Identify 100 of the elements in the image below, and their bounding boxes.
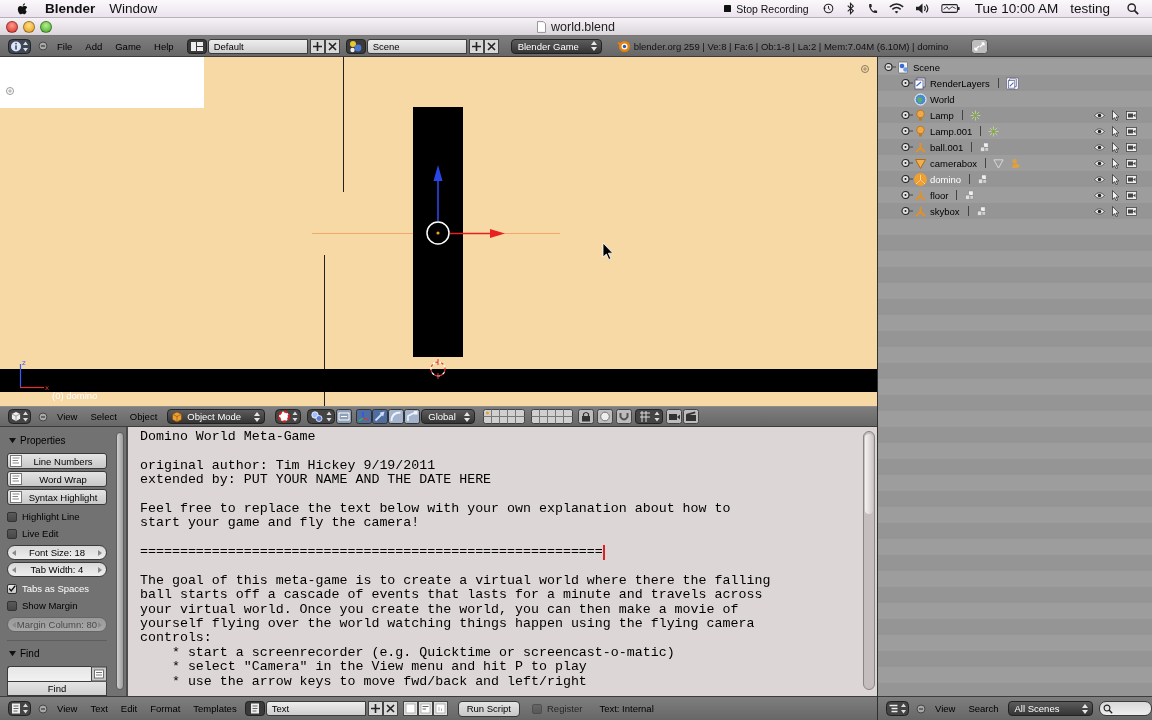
outliner-item[interactable]: ball.001 [930, 141, 964, 153]
close-icon[interactable] [382, 701, 398, 716]
checkbox[interactable] [7, 511, 17, 522]
outliner-item[interactable]: skybox [930, 205, 960, 217]
grid-icon[interactable] [635, 409, 664, 424]
outliner-item[interactable]: camerabox [930, 157, 977, 169]
close-icon[interactable] [324, 38, 340, 54]
menu-item[interactable]: Object [129, 411, 158, 422]
outliner-item[interactable]: Lamp [930, 109, 954, 121]
pointer-icon[interactable] [1110, 157, 1121, 169]
expand-toggle-icon[interactable] [901, 190, 913, 200]
text-document-icon[interactable] [244, 701, 265, 716]
clapperboard-icon[interactable] [683, 409, 700, 424]
arc-icon[interactable] [388, 409, 405, 424]
menu-item[interactable]: Blender [45, 1, 96, 16]
clock-icon[interactable] [822, 2, 834, 15]
wifi-icon[interactable] [888, 2, 904, 15]
axes-icon[interactable] [356, 409, 373, 424]
checkbox-label[interactable]: Live Edit [22, 528, 59, 539]
menu-item[interactable]: Select [90, 411, 117, 422]
camera-icon[interactable] [1126, 141, 1137, 153]
panes-icon[interactable] [186, 38, 207, 54]
checkbox-label[interactable]: Show Margin [22, 600, 78, 611]
expand-toggle-icon[interactable] [901, 174, 913, 184]
close-button[interactable] [6, 20, 18, 33]
screen-layout-field[interactable]: Default [207, 38, 308, 54]
phone-icon[interactable] [866, 2, 878, 15]
camera-icon[interactable] [1126, 125, 1137, 137]
search-icon[interactable] [1127, 2, 1139, 15]
document-icon[interactable] [91, 666, 107, 682]
minus-circle-icon[interactable] [38, 41, 48, 51]
outliner-item[interactable]: World [930, 93, 955, 105]
panel-header[interactable]: Properties [7, 433, 107, 447]
expand-toggle-icon[interactable] [901, 142, 913, 152]
lock-icon[interactable] [578, 409, 595, 424]
checkbox-label[interactable]: Highlight Line [22, 511, 80, 522]
search-field[interactable] [1099, 701, 1152, 716]
eye-icon[interactable] [1094, 109, 1105, 121]
eye-icon[interactable] [1094, 205, 1105, 217]
list-icon[interactable] [886, 701, 909, 716]
layer-buttons[interactable] [531, 409, 574, 424]
plus-icon[interactable] [367, 701, 383, 716]
camera-icon[interactable] [1126, 205, 1137, 217]
eye-icon[interactable] [1094, 173, 1105, 185]
checkbox-label[interactable]: Tabs as Spaces [22, 583, 90, 594]
manipulator-circle[interactable] [426, 221, 450, 245]
render-engine-dropdown[interactable]: Blender Game [510, 38, 602, 54]
clock-text[interactable]: Tue 10:00 AM [974, 1, 1059, 16]
layers-icon[interactable] [1005, 76, 1019, 90]
checkbox[interactable] [7, 528, 17, 539]
mode-dropdown[interactable]: Object Mode [167, 409, 266, 424]
close-icon[interactable] [483, 38, 499, 54]
expand-toggle-icon[interactable] [901, 110, 913, 120]
scrollbar[interactable] [116, 432, 124, 690]
info-icon[interactable] [8, 38, 31, 54]
camera-icon[interactable] [666, 409, 683, 424]
camera-icon[interactable] [1126, 109, 1137, 121]
menu-item[interactable]: View [57, 703, 78, 714]
fullscreen-icon[interactable] [971, 38, 989, 54]
menu-item[interactable]: Templates [193, 703, 237, 714]
menu-item[interactable]: Window [109, 1, 158, 16]
pointer-icon[interactable] [1110, 141, 1121, 153]
outliner-item[interactable]: floor [930, 189, 949, 201]
toggle-button[interactable]: Line Numbers [7, 453, 107, 469]
checkbox[interactable] [7, 583, 17, 594]
find-field[interactable] [7, 666, 91, 682]
expand-toggle-icon[interactable] [901, 126, 913, 136]
display-mode-dropdown[interactable]: All Scenes [1007, 701, 1094, 716]
menu-item[interactable]: Format [150, 703, 181, 714]
eye-icon[interactable] [1094, 157, 1105, 169]
circle-icon[interactable] [597, 409, 614, 424]
page-icon[interactable] [432, 701, 448, 716]
zoom-button[interactable] [40, 20, 52, 33]
battery-icon[interactable] [940, 2, 960, 15]
cubes-icon[interactable] [977, 173, 989, 185]
frame-icon[interactable] [336, 409, 353, 424]
plus-icon[interactable] [309, 38, 325, 54]
pointer-icon[interactable] [1110, 173, 1121, 185]
text-document-icon[interactable] [8, 701, 31, 716]
page-icon[interactable] [402, 701, 418, 716]
pointer-icon[interactable] [1110, 109, 1121, 121]
number-field[interactable]: Font Size: 18 [7, 545, 107, 560]
magnet-icon[interactable] [616, 409, 633, 424]
expand-toggle-icon[interactable] [884, 62, 896, 72]
minimize-button[interactable] [23, 20, 35, 33]
outliner-item[interactable]: Lamp.001 [930, 125, 973, 137]
x-axis-arrow[interactable] [449, 229, 505, 238]
pointer-icon[interactable] [1110, 205, 1121, 217]
eye-icon[interactable] [1094, 125, 1105, 137]
find-button[interactable]: Find [7, 682, 107, 696]
number-field[interactable]: Tab Width: 4 [7, 562, 107, 577]
cubes-icon[interactable] [964, 189, 976, 201]
minus-circle-icon[interactable] [916, 703, 926, 714]
menu-item[interactable]: View [935, 703, 956, 714]
scale-icon[interactable] [404, 409, 421, 424]
menu-item[interactable]: File [57, 40, 73, 52]
plus-icon[interactable] [468, 38, 484, 54]
circles-icon[interactable] [307, 409, 336, 424]
minus-circle-icon[interactable] [38, 703, 48, 714]
camera-icon[interactable] [1126, 157, 1137, 169]
